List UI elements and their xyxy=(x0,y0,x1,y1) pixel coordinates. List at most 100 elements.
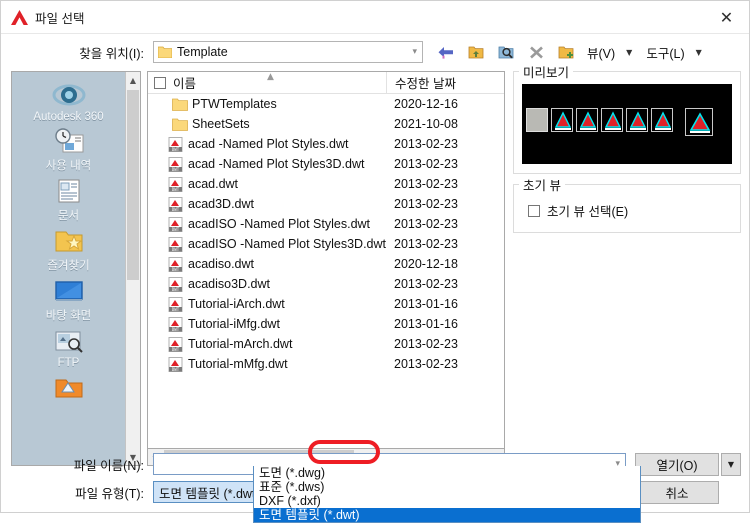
buzzsaw-folder-icon xyxy=(54,372,84,402)
path-value: Template xyxy=(177,45,228,59)
file-list[interactable]: 이름 ▲ 수정한 날짜 PTWTemplates 2020-12-16 SheetS… xyxy=(147,71,505,449)
table-row[interactable]: DWT acad -Named Plot Styles3D.dwt 2013-02-… xyxy=(148,154,504,174)
file-name-text: acadISO -Named Plot Styles3D.dwt xyxy=(188,237,386,251)
file-name-text: Tutorial-mArch.dwt xyxy=(188,337,293,351)
cancel-button[interactable]: 취소 xyxy=(635,480,719,504)
file-name-cell: DWT acadiso3D.dwt xyxy=(148,276,386,292)
file-name-text: acadiso.dwt xyxy=(188,257,255,271)
place-item-문서[interactable]: 문서 xyxy=(12,175,125,225)
table-row[interactable]: DWT acadiso3D.dwt 2013-02-23 xyxy=(148,274,504,294)
filetype-option[interactable]: DXF (*.dxf) xyxy=(254,494,640,508)
open-button[interactable]: 열기(O) xyxy=(635,452,719,476)
table-row[interactable]: DWT acadiso.dwt 2020-12-18 xyxy=(148,254,504,274)
file-name-cell: DWT Tutorial-iArch.dwt xyxy=(148,296,386,312)
filetype-option[interactable]: 도면 템플릿 (*.dwt) xyxy=(254,508,640,522)
table-row[interactable]: DWT acad -Named Plot Styles.dwt 2013-02-23 xyxy=(148,134,504,154)
path-label: 찾을 위치(I): xyxy=(79,46,144,61)
chevron-down-icon[interactable]: ▾ xyxy=(412,47,420,57)
file-date-cell: 2013-02-23 xyxy=(394,277,458,291)
back-arrow-icon[interactable] xyxy=(431,39,461,65)
svg-text:DWT: DWT xyxy=(172,146,180,151)
svg-text:DWT: DWT xyxy=(172,286,180,291)
place-item-사용-내역[interactable]: 사용 내역 xyxy=(12,125,125,175)
column-header-date[interactable]: 수정한 날짜 xyxy=(386,72,504,93)
file-name-text: Tutorial-iArch.dwt xyxy=(188,297,285,311)
place-item-more[interactable] xyxy=(12,371,125,404)
checkbox-icon[interactable] xyxy=(528,204,540,217)
tools-menu-chevron-down-icon[interactable]: ▼ xyxy=(688,39,710,65)
path-combo[interactable]: Template ▾ xyxy=(153,41,423,63)
file-name-cell: PTWTemplates xyxy=(148,97,386,112)
file-name-cell: DWT acadISO -Named Plot Styles3D.dwt xyxy=(148,236,386,252)
file-date-cell: 2013-02-23 xyxy=(394,157,458,171)
svg-text:DWT: DWT xyxy=(172,366,180,371)
file-list-pane: 이름 ▲ 수정한 날짜 PTWTemplates 2020-12-16 SheetS… xyxy=(147,71,505,466)
autodesk360-icon xyxy=(52,80,86,110)
history-icon xyxy=(54,126,84,156)
place-item-Autodesk-360[interactable]: Autodesk 360 xyxy=(12,79,125,125)
sort-ascending-icon: ▲ xyxy=(267,72,274,82)
ftp-icon xyxy=(54,326,84,356)
up-folder-icon[interactable] xyxy=(461,39,491,65)
place-item-바탕-화면[interactable]: 바탕 화면 xyxy=(12,275,125,325)
filetype-option[interactable]: 표준 (*.dws) xyxy=(254,480,640,494)
places-scroll-thumb[interactable] xyxy=(127,90,139,280)
file-date-cell: 2013-02-23 xyxy=(394,177,458,191)
table-row[interactable]: DWT Tutorial-mMfg.dwt 2013-02-23 xyxy=(148,354,504,374)
table-row[interactable]: DWT acad3D.dwt 2013-02-23 xyxy=(148,194,504,214)
initial-view-checkbox-row[interactable]: 초기 뷰 선택(E) xyxy=(522,197,732,223)
file-date-cell: 2013-02-23 xyxy=(394,357,458,371)
preview-image xyxy=(522,84,732,164)
tools-menu-label[interactable]: 도구(L) xyxy=(640,39,687,65)
places-scrollbar[interactable]: ▲ ▼ xyxy=(125,72,140,465)
view-menu-chevron-down-icon[interactable]: ▼ xyxy=(618,39,640,65)
table-row[interactable]: SheetSets 2021-10-08 xyxy=(148,114,504,134)
filetype-option[interactable]: 도면 (*.dwg) xyxy=(254,466,640,480)
file-name-text: PTWTemplates xyxy=(192,97,277,111)
open-split-chevron-down-icon[interactable]: ▼ xyxy=(721,452,741,476)
window-title: 파일 선택 xyxy=(35,11,85,26)
table-row[interactable]: DWT acadISO -Named Plot Styles.dwt 2013-02… xyxy=(148,214,504,234)
column-header-name[interactable]: 이름 ▲ xyxy=(148,72,386,92)
right-column: 미리보기 초기 뷰 초기 뷰 선택(E) xyxy=(513,62,741,447)
filetype-label: 파일 유형(T): xyxy=(75,486,144,501)
table-row[interactable]: DWT acadISO -Named Plot Styles3D.dwt 2013-… xyxy=(148,234,504,254)
file-date-cell: 2013-02-23 xyxy=(394,237,458,251)
folder-icon xyxy=(158,46,172,58)
preview-thumbnail-strip xyxy=(526,108,713,136)
file-name-text: acadISO -Named Plot Styles.dwt xyxy=(188,217,371,231)
search-folder-icon[interactable] xyxy=(491,39,521,65)
dialog-body: Autodesk 360 사용 내역 문서 즐겨찾기 바탕 화면 FTP ▲ ▼ 이름 ▲ xyxy=(1,62,749,466)
file-date-cell: 2013-02-23 xyxy=(394,197,458,211)
desktop-icon xyxy=(54,276,84,306)
table-row[interactable]: DWT Tutorial-mArch.dwt 2013-02-23 xyxy=(148,334,504,354)
file-date-cell: 2020-12-18 xyxy=(394,257,458,271)
places-scroll-track[interactable] xyxy=(126,88,140,449)
checkbox-icon[interactable] xyxy=(154,76,166,89)
preview-thumb xyxy=(626,108,648,132)
place-item-즐겨찾기[interactable]: 즐겨찾기 xyxy=(12,225,125,275)
table-row[interactable]: DWT acad.dwt 2013-02-23 xyxy=(148,174,504,194)
file-date-cell: 2013-02-23 xyxy=(394,337,458,351)
preview-box xyxy=(513,71,741,174)
file-list-header: 이름 ▲ 수정한 날짜 xyxy=(148,72,504,94)
file-select-dialog: 파일 선택 ✕ 찾을 위치(I): Template ▾ 뷰(V) ▼ 도구(L… xyxy=(0,0,750,523)
file-date-cell: 2013-01-16 xyxy=(394,297,458,311)
view-menu-label[interactable]: 뷰(V) xyxy=(581,39,618,65)
filetype-dropdown-list[interactable]: 도면 (*.dwg) 표준 (*.dws) DXF (*.dxf) 도면 템플릿 (*… xyxy=(253,466,641,523)
svg-text:DWT: DWT xyxy=(172,206,180,211)
preview-thumb xyxy=(526,108,548,132)
file-name-cell: SheetSets xyxy=(148,117,386,132)
favorites-folder-icon xyxy=(54,226,84,256)
title-bar: 파일 선택 ✕ xyxy=(1,1,749,34)
file-name-cell: DWT acad.dwt xyxy=(148,176,386,192)
column-header-name-label: 이름 xyxy=(173,77,197,91)
close-icon[interactable]: ✕ xyxy=(704,1,749,33)
table-row[interactable]: PTWTemplates 2020-12-16 xyxy=(148,94,504,114)
column-header-date-label: 수정한 날짜 xyxy=(395,77,456,91)
file-name-text: acad.dwt xyxy=(188,177,239,191)
place-item-FTP[interactable]: FTP xyxy=(12,325,125,371)
table-row[interactable]: DWT Tutorial-iMfg.dwt 2013-01-16 xyxy=(148,314,504,334)
table-row[interactable]: DWT Tutorial-iArch.dwt 2013-01-16 xyxy=(148,294,504,314)
chevron-up-icon[interactable]: ▲ xyxy=(126,72,140,88)
